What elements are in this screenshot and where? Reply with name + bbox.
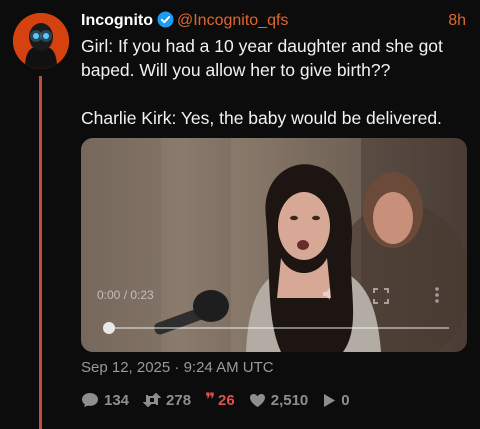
author-name[interactable]: Incognito <box>81 12 153 29</box>
video-player[interactable]: 0:00 / 0:23 <box>81 138 467 352</box>
view-count: 0 <box>341 391 350 409</box>
like-stat[interactable]: 2,510 <box>249 391 309 409</box>
quote-stat[interactable]: ❞ 26 <box>205 390 235 410</box>
tweet-header: Incognito @Incognito_qfs 8h <box>81 10 466 32</box>
avatar-icon <box>13 13 69 69</box>
volume-icon[interactable] <box>321 286 337 302</box>
more-options-icon[interactable] <box>433 286 441 304</box>
tweet-line-2: Charlie Kirk: Yes, the baby would be del… <box>81 108 442 128</box>
reply-icon <box>82 393 98 407</box>
like-count: 2,510 <box>270 391 309 409</box>
reply-count: 134 <box>104 391 130 409</box>
tweet-stats: 134 278 ❞ 26 2,510 0 <box>81 390 364 410</box>
video-time: 0:00 / 0:23 <box>97 288 154 302</box>
quote-icon: ❞ <box>205 390 215 409</box>
verified-badge-icon <box>157 11 174 35</box>
reply-stat[interactable]: 134 <box>81 392 129 409</box>
avatar[interactable] <box>13 13 69 69</box>
video-frame <box>81 138 467 352</box>
tweet-text: Girl: If you had a 10 year daughter and … <box>81 34 473 130</box>
thread-line <box>39 76 42 429</box>
tweet-line-1: Girl: If you had a 10 year daughter and … <box>81 36 443 80</box>
view-stat[interactable]: 0 <box>322 391 350 409</box>
quote-count: 26 <box>218 391 235 409</box>
fullscreen-icon[interactable] <box>373 288 389 304</box>
tweet-datetime[interactable]: Sep 12, 2025 · 9:24 AM UTC <box>81 359 274 376</box>
retweet-stat[interactable]: 278 <box>143 392 191 409</box>
video-progress-knob[interactable] <box>103 322 115 334</box>
heart-icon <box>249 393 265 407</box>
author-handle[interactable]: @Incognito_qfs <box>177 12 288 29</box>
retweet-icon <box>143 393 162 407</box>
play-icon <box>324 393 336 407</box>
tweet-time[interactable]: 8h <box>448 10 466 32</box>
video-progress-bar[interactable] <box>105 327 449 329</box>
retweet-count: 278 <box>166 391 192 409</box>
